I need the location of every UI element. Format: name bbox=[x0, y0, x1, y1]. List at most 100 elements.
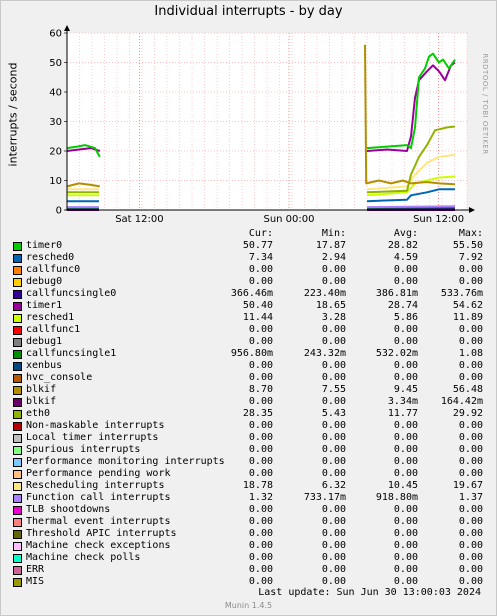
legend-swatch bbox=[13, 362, 22, 371]
legend-label: xenbus bbox=[26, 360, 63, 371]
legend-value-cur: 0.00 bbox=[248, 336, 273, 347]
legend-swatch bbox=[13, 326, 22, 335]
legend-value-max: 164.42m bbox=[440, 396, 483, 407]
legend-value-min: 3.28 bbox=[321, 312, 346, 323]
legend-value-min: 0.00 bbox=[321, 324, 346, 335]
legend-value-max: 533.76m bbox=[440, 288, 483, 299]
legend-value-max: 1.37 bbox=[458, 492, 483, 503]
legend-swatch bbox=[13, 278, 22, 287]
legend-value-cur: 0.00 bbox=[248, 420, 273, 431]
legend-swatch bbox=[13, 254, 22, 263]
legend-label: Local timer interrupts bbox=[26, 432, 159, 443]
legend-label: Thermal event interrupts bbox=[26, 516, 171, 527]
legend: timer0 50.77 17.87 28.82 55.50 resched0 7.34 2.… bbox=[0, 240, 497, 588]
legend-row: callfunc1 0.00 0.00 0.00 0.00 bbox=[0, 324, 497, 336]
legend-label: Rescheduling interrupts bbox=[26, 480, 165, 491]
legend-swatch bbox=[13, 386, 22, 395]
legend-value-cur: 0.00 bbox=[248, 504, 273, 515]
legend-label: Threshold APIC interrupts bbox=[26, 528, 177, 539]
legend-value-cur: 8.70 bbox=[248, 384, 273, 395]
legend-value-avg: 0.00 bbox=[393, 372, 418, 383]
legend-value-min: 0.00 bbox=[321, 276, 346, 287]
series-line-function-call-interrupts bbox=[366, 205, 456, 209]
legend-value-cur: 0.00 bbox=[248, 468, 273, 479]
legend-swatch bbox=[13, 398, 22, 407]
legend-value-min: 0.00 bbox=[321, 264, 346, 275]
legend-label: timer0 bbox=[26, 240, 63, 251]
y-tick-label: 40 bbox=[49, 88, 62, 99]
legend-value-avg: 0.00 bbox=[393, 564, 418, 575]
legend-value-min: 0.00 bbox=[321, 360, 346, 371]
y-tick-label: 20 bbox=[49, 147, 62, 158]
legend-label: Function call interrupts bbox=[26, 492, 171, 503]
legend-swatch bbox=[13, 242, 22, 251]
legend-row: debug0 0.00 0.00 0.00 0.00 bbox=[0, 276, 497, 288]
legend-value-avg: 0.00 bbox=[393, 504, 418, 515]
legend-label: ERR bbox=[26, 564, 45, 575]
legend-value-min: 0.00 bbox=[321, 528, 346, 539]
legend-value-max: 0.00 bbox=[458, 516, 483, 527]
legend-row: ERR 0.00 0.00 0.00 0.00 bbox=[0, 564, 497, 576]
legend-value-cur: 956.80m bbox=[230, 348, 273, 359]
legend-row: debug1 0.00 0.00 0.00 0.00 bbox=[0, 336, 497, 348]
legend-swatch bbox=[13, 290, 22, 299]
legend-value-cur: 0.00 bbox=[248, 540, 273, 551]
legend-value-cur: 0.00 bbox=[248, 372, 273, 383]
legend-value-cur: 0.00 bbox=[248, 564, 273, 575]
legend-row: blkif 8.70 7.55 9.45 56.48 bbox=[0, 384, 497, 396]
legend-value-avg: 0.00 bbox=[393, 552, 418, 563]
legend-label: Machine check exceptions bbox=[26, 540, 171, 551]
legend-value-min: 2.94 bbox=[321, 252, 346, 263]
legend-swatch bbox=[13, 302, 22, 311]
y-tick-label: 0 bbox=[56, 206, 62, 217]
legend-value-cur: 18.78 bbox=[242, 480, 273, 491]
legend-swatch bbox=[13, 518, 22, 527]
legend-value-max: 55.50 bbox=[452, 240, 483, 251]
legend-value-min: 0.00 bbox=[321, 564, 346, 575]
legend-value-cur: 0.00 bbox=[248, 360, 273, 371]
legend-swatch bbox=[13, 578, 22, 587]
legend-value-avg: 3.34m bbox=[387, 396, 418, 407]
legend-value-avg: 28.82 bbox=[387, 240, 418, 251]
legend-value-cur: 11.44 bbox=[242, 312, 273, 323]
legend-value-max: 11.89 bbox=[452, 312, 483, 323]
x-axis-arrow bbox=[469, 207, 475, 213]
legend-value-avg: 10.45 bbox=[387, 480, 418, 491]
x-tick-label: Sun 12:00 bbox=[413, 214, 464, 225]
legend-value-min: 0.00 bbox=[321, 456, 346, 467]
legend-label: callfunc1 bbox=[26, 324, 81, 335]
legend-row: Performance monitoring interrupts 0.00 0.0… bbox=[0, 456, 497, 468]
legend-value-avg: 918.80m bbox=[375, 492, 418, 503]
legend-value-cur: 0.00 bbox=[248, 396, 273, 407]
legend-row: TLB shootdowns 0.00 0.00 0.00 0.00 bbox=[0, 504, 497, 516]
legend-swatch bbox=[13, 446, 22, 455]
legend-value-min: 17.87 bbox=[315, 240, 346, 251]
legend-value-min: 0.00 bbox=[321, 516, 346, 527]
legend-value-max: 1.08 bbox=[458, 348, 483, 359]
legend-value-min: 0.00 bbox=[321, 444, 346, 455]
legend-row: Rescheduling interrupts 18.78 6.32 10.45 19.… bbox=[0, 480, 497, 492]
col-cur: Cur: bbox=[248, 228, 273, 239]
legend-value-min: 6.32 bbox=[321, 480, 346, 491]
legend-label: blkif bbox=[26, 396, 57, 407]
y-tick-label: 30 bbox=[49, 117, 62, 128]
legend-value-cur: 7.34 bbox=[248, 252, 273, 263]
legend-swatch bbox=[13, 506, 22, 515]
legend-value-max: 0.00 bbox=[458, 564, 483, 575]
legend-value-cur: 50.77 bbox=[242, 240, 273, 251]
legend-value-avg: 532.02m bbox=[375, 348, 418, 359]
legend-value-max: 0.00 bbox=[458, 360, 483, 371]
legend-swatch bbox=[13, 458, 22, 467]
legend-row: eth0 28.35 5.43 11.77 29.92 bbox=[0, 408, 497, 420]
legend-row: Machine check exceptions 0.00 0.00 0.00 0.00 bbox=[0, 540, 497, 552]
legend-value-avg: 0.00 bbox=[393, 528, 418, 539]
legend-label: callfuncsingle0 bbox=[26, 288, 117, 299]
legend-value-min: 0.00 bbox=[321, 432, 346, 443]
legend-value-cur: 0.00 bbox=[248, 324, 273, 335]
legend-row: Spurious interrupts 0.00 0.00 0.00 0.00 bbox=[0, 444, 497, 456]
legend-label: debug1 bbox=[26, 336, 63, 347]
legend-label: Non-maskable interrupts bbox=[26, 420, 165, 431]
legend-value-avg: 28.74 bbox=[387, 300, 418, 311]
legend-swatch bbox=[13, 350, 22, 359]
legend-value-avg: 0.00 bbox=[393, 516, 418, 527]
